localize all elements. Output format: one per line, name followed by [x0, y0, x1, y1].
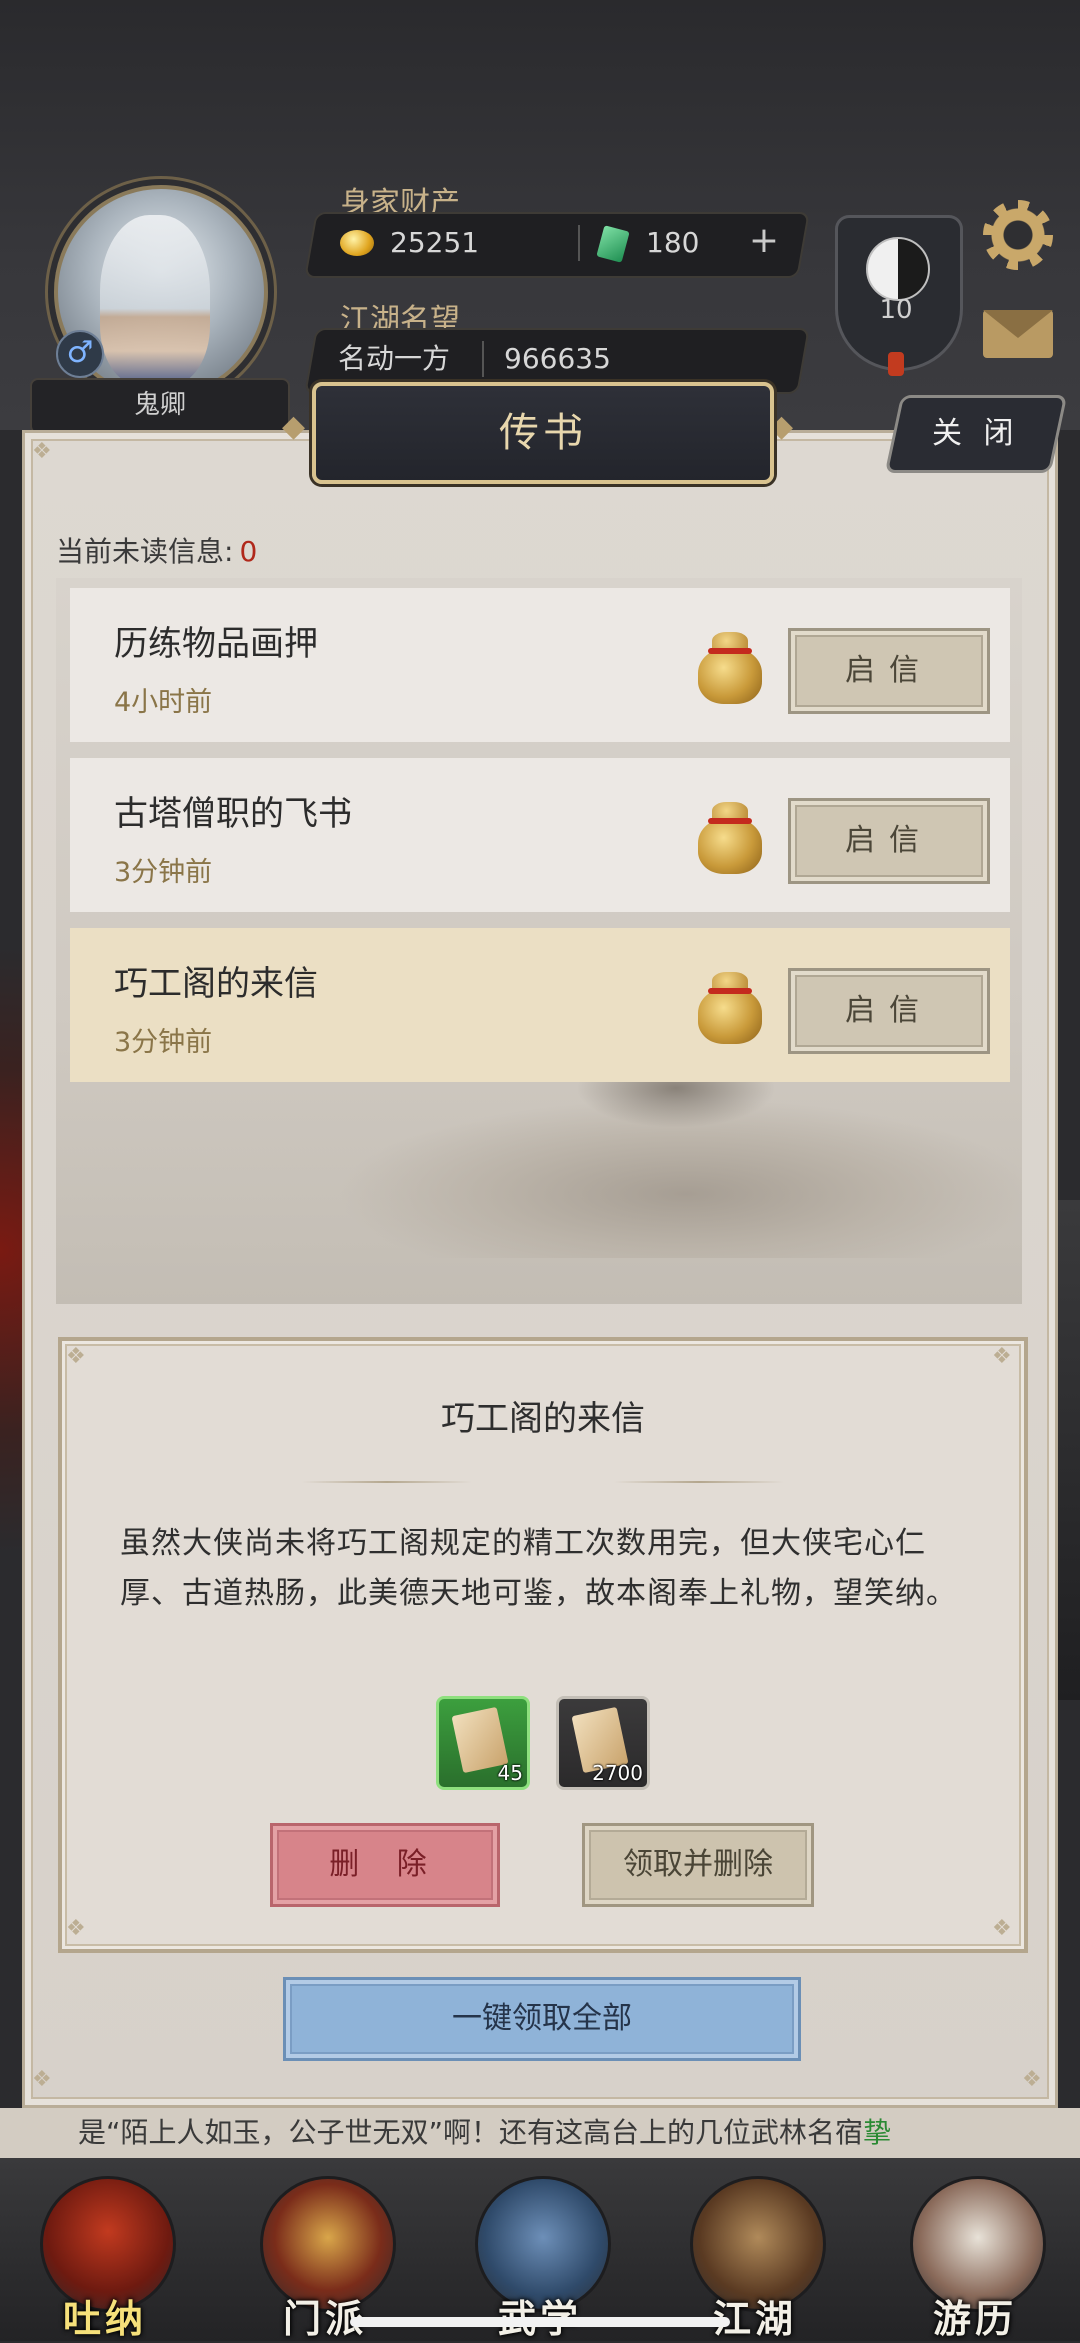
mail-item[interactable]: 历练物品画押 4小时前 启信 — [70, 588, 1010, 742]
ticker-text: 是“陌上人如玉，公子世无双”啊！还有这高台上的几位武林名宿 — [78, 2116, 864, 2149]
open-mail-button[interactable]: 启信 — [788, 798, 990, 884]
mail-item[interactable]: 古塔僧职的飞书 3分钟前 启信 — [70, 758, 1010, 912]
money-bag-icon — [694, 968, 766, 1046]
unread-label: 当前未读信息: — [56, 535, 234, 568]
nav-item-jianghu[interactable]: 江湖 — [680, 2170, 830, 2341]
player-name: 鬼卿 — [30, 378, 290, 434]
mail-detail: ❖ ❖ ❖ ❖ 巧工阁的来信 虽然大侠尚未将巧工阁规定的精工次数用完，但大侠宅心… — [58, 1337, 1028, 1953]
avatar-portrait — [100, 215, 210, 385]
nav-item-wuxue[interactable]: 武学 — [465, 2170, 615, 2343]
home-indicator[interactable] — [350, 2317, 730, 2327]
reward-quantity: 2700 — [592, 1761, 643, 1785]
detail-body: 虽然大侠尚未将巧工阁规定的精工次数用完，但大侠宅心仁厚、古道热肠，此美德天地可鉴… — [120, 1526, 957, 1611]
detail-title: 巧工阁的来信 — [441, 1399, 645, 1439]
jade-amount: 180 — [646, 226, 700, 259]
corner-ornament: ❖ — [32, 2067, 52, 2092]
claim-and-delete-button[interactable]: 领取并删除 — [582, 1823, 814, 1907]
nav-label: 武学 — [465, 2288, 615, 2343]
nav-label: 吐纳 — [62, 2296, 147, 2341]
reputation-value: 966635 — [504, 342, 611, 375]
reward-item-note[interactable]: 2700 — [556, 1696, 650, 1790]
wealth-bar — [304, 212, 810, 278]
claim-all-button[interactable]: 一键领取全部 — [283, 1977, 801, 2061]
nav-label: 游历 — [932, 2296, 1017, 2341]
corner-ornament: ❖ — [1022, 2067, 1042, 2092]
gold-amount: 25251 — [390, 226, 480, 259]
close-button[interactable]: 关 闭 — [884, 395, 1068, 473]
unread-count: 0 — [239, 535, 258, 568]
mail-time: 4小时前 — [114, 687, 213, 718]
add-currency-button[interactable]: + — [744, 222, 784, 262]
settings-gear-icon[interactable] — [983, 200, 1053, 270]
nav-label: 门派 — [282, 2296, 367, 2341]
mail-time: 3分钟前 — [114, 857, 213, 888]
ticker-highlight: 挚 — [863, 2116, 892, 2149]
divider-ornament — [302, 1481, 472, 1483]
nav-item-youli[interactable]: 游历 — [900, 2170, 1050, 2341]
mail-envelope-icon[interactable] — [983, 310, 1053, 358]
nav-item-menpai[interactable]: 门派 — [250, 2170, 400, 2341]
close-button-label: 关 闭 — [932, 416, 1020, 451]
corner-ornament: ❖ — [992, 1916, 1012, 1941]
reputation-divider — [482, 341, 484, 377]
mail-time: 3分钟前 — [114, 1027, 213, 1058]
taiji-icon — [866, 237, 930, 301]
reward-item-scroll[interactable]: 45 — [436, 1696, 530, 1790]
open-mail-button[interactable]: 启信 — [788, 968, 990, 1054]
mail-title: 巧工阁的来信 — [114, 964, 318, 1004]
level-value: 10 — [879, 295, 913, 325]
nav-label: 江湖 — [712, 2296, 797, 2341]
mail-title: 古塔僧职的飞书 — [114, 794, 352, 834]
nav-item-tuna[interactable]: 吐纳 — [30, 2170, 180, 2341]
gender-icon: ♂ — [56, 330, 104, 378]
corner-ornament: ❖ — [32, 439, 52, 464]
reward-quantity: 45 — [497, 1761, 523, 1785]
divider-ornament — [614, 1481, 784, 1483]
money-bag-icon — [694, 628, 766, 706]
unread-info: 当前未读信息: 0 — [56, 530, 257, 570]
tassel-icon — [888, 352, 904, 376]
gold-coin-icon — [340, 230, 374, 256]
money-bag-icon — [694, 798, 766, 876]
mail-title: 历练物品画押 — [114, 624, 318, 664]
open-mail-button[interactable]: 启信 — [788, 628, 990, 714]
mail-item-selected[interactable]: 巧工阁的来信 3分钟前 启信 — [70, 928, 1010, 1082]
reputation-title: 名动一方 — [338, 342, 451, 375]
banner-ornament-right: ◆ — [770, 409, 794, 444]
delete-button[interactable]: 删 除 — [270, 1823, 500, 1907]
corner-ornament: ❖ — [66, 1344, 86, 1369]
corner-ornament: ❖ — [66, 1916, 86, 1941]
panel-title: 传书 — [312, 382, 774, 484]
banner-ornament-left: ◆ — [282, 409, 306, 444]
wealth-divider — [578, 225, 580, 261]
story-ticker: 是“陌上人如玉，公子世无双”啊！还有这高台上的几位武林名宿挚 — [0, 2108, 1080, 2158]
corner-ornament: ❖ — [992, 1344, 1012, 1369]
